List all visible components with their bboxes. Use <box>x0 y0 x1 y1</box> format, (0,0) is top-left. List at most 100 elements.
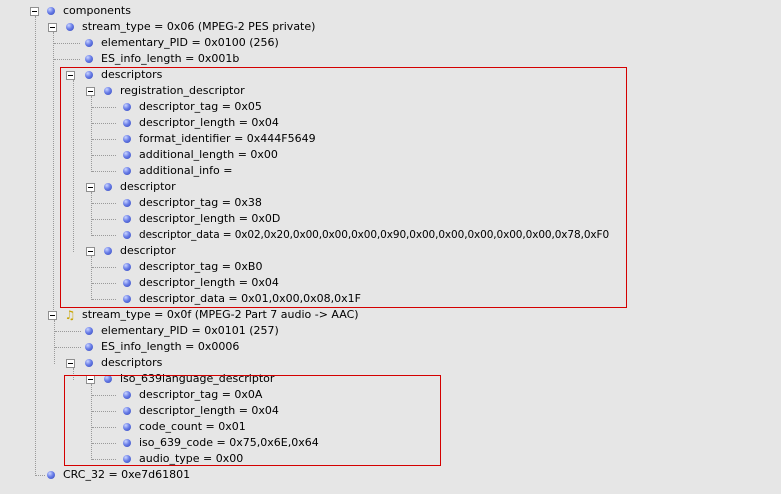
tree-node-descriptor-data[interactable]: descriptor_data = 0x02,0x20,0x00,0x00,0x… <box>0 227 640 243</box>
tree-node-descriptor[interactable]: descriptor <box>0 243 400 259</box>
node-bullet-icon <box>104 247 112 255</box>
tree-node-format-identifier[interactable]: format_identifier = 0x444F5649 <box>0 131 400 147</box>
node-label: registration_descriptor <box>120 84 245 97</box>
tree-node-descriptor-tag[interactable]: descriptor_tag = 0x38 <box>0 195 400 211</box>
node-label: code_count = 0x01 <box>139 420 246 433</box>
node-bullet-icon <box>123 391 131 399</box>
tree-node-additional-info[interactable]: additional_info = <box>0 163 400 179</box>
node-label: descriptors <box>101 356 163 369</box>
tree-node-descriptor[interactable]: descriptor <box>0 179 400 195</box>
node-label: descriptors <box>101 68 163 81</box>
components-tree-view: components stream_type = 0x06 (MPEG-2 PE… <box>0 0 781 494</box>
node-bullet-icon <box>123 263 131 271</box>
tree-node-registration-descriptor[interactable]: registration_descriptor <box>0 83 400 99</box>
node-label: descriptor_data = 0x01,0x00,0x08,0x1F <box>139 292 361 305</box>
tree-node-code-count[interactable]: code_count = 0x01 <box>0 419 400 435</box>
tree-node-stream1[interactable]: stream_type = 0x06 (MPEG-2 PES private) <box>0 19 400 35</box>
node-label: stream_type = 0x0f (MPEG-2 Part 7 audio … <box>82 308 359 321</box>
node-bullet-icon <box>123 455 131 463</box>
node-bullet-icon <box>123 119 131 127</box>
node-bullet-icon <box>104 375 112 383</box>
collapse-toggle[interactable] <box>48 311 57 320</box>
tree-node-crc32[interactable]: CRC_32 = 0xe7d61801 <box>0 467 400 483</box>
tree-node-descriptor-tag[interactable]: descriptor_tag = 0xB0 <box>0 259 400 275</box>
node-bullet-icon <box>123 199 131 207</box>
tree-node-stream2[interactable]: ♫ stream_type = 0x0f (MPEG-2 Part 7 audi… <box>0 307 420 323</box>
collapse-toggle[interactable] <box>86 247 95 256</box>
collapse-toggle[interactable] <box>86 87 95 96</box>
node-bullet-icon <box>123 151 131 159</box>
node-bullet-icon <box>47 7 55 15</box>
node-label: descriptor_length = 0x04 <box>139 116 279 129</box>
node-label: descriptor_length = 0x0D <box>139 212 281 225</box>
node-bullet-icon <box>85 71 93 79</box>
tree-node-additional-length[interactable]: additional_length = 0x00 <box>0 147 400 163</box>
node-label: descriptor_tag = 0x0A <box>139 388 263 401</box>
node-label: descriptor_tag = 0x38 <box>139 196 262 209</box>
collapse-toggle[interactable] <box>86 183 95 192</box>
node-bullet-icon <box>123 439 131 447</box>
tree-node-descriptor-tag[interactable]: descriptor_tag = 0x0A <box>0 387 400 403</box>
tree-node-iso639-descriptor[interactable]: iso_639language_descriptor <box>0 371 400 387</box>
collapse-toggle[interactable] <box>66 359 75 368</box>
node-label: iso_639_code = 0x75,0x6E,0x64 <box>139 436 319 449</box>
node-label: additional_length = 0x00 <box>139 148 278 161</box>
music-note-icon: ♫ <box>64 308 76 322</box>
node-label: descriptor <box>120 180 176 193</box>
node-bullet-icon <box>85 39 93 47</box>
collapse-toggle[interactable] <box>48 23 57 32</box>
collapse-toggle[interactable] <box>66 71 75 80</box>
node-label: components <box>63 4 131 17</box>
node-bullet-icon <box>47 471 55 479</box>
tree-node-descriptor-data[interactable]: descriptor_data = 0x01,0x00,0x08,0x1F <box>0 291 400 307</box>
node-label: audio_type = 0x00 <box>139 452 244 465</box>
node-label: descriptor_length = 0x04 <box>139 276 279 289</box>
collapse-toggle[interactable] <box>30 7 39 16</box>
tree-node-es-info-length[interactable]: ES_info_length = 0x0006 <box>0 339 400 355</box>
node-bullet-icon <box>123 231 131 239</box>
node-bullet-icon <box>85 327 93 335</box>
tree-node-descriptor-length[interactable]: descriptor_length = 0x04 <box>0 275 400 291</box>
tree-node-descriptor-tag[interactable]: descriptor_tag = 0x05 <box>0 99 400 115</box>
node-label: descriptor <box>120 244 176 257</box>
node-bullet-icon <box>123 135 131 143</box>
tree-node-descriptor-length[interactable]: descriptor_length = 0x04 <box>0 403 400 419</box>
node-label: ES_info_length = 0x0006 <box>101 340 240 353</box>
tree-node-elementary-pid[interactable]: elementary_PID = 0x0101 (257) <box>0 323 400 339</box>
node-label: descriptor_tag = 0x05 <box>139 100 262 113</box>
node-bullet-icon <box>85 343 93 351</box>
node-label: format_identifier = 0x444F5649 <box>139 132 316 145</box>
tree-node-descriptors[interactable]: descriptors <box>0 355 400 371</box>
node-bullet-icon <box>123 103 131 111</box>
node-label: ES_info_length = 0x001b <box>101 52 240 65</box>
node-bullet-icon <box>85 55 93 63</box>
node-label: elementary_PID = 0x0101 (257) <box>101 324 279 337</box>
node-label: additional_info = <box>139 164 233 177</box>
tree-node-descriptor-length[interactable]: descriptor_length = 0x0D <box>0 211 400 227</box>
node-bullet-icon <box>104 87 112 95</box>
node-label: descriptor_tag = 0xB0 <box>139 260 263 273</box>
node-label: CRC_32 = 0xe7d61801 <box>63 468 191 481</box>
node-label: stream_type = 0x06 (MPEG-2 PES private) <box>82 20 316 33</box>
node-bullet-icon <box>123 407 131 415</box>
node-label: descriptor_length = 0x04 <box>139 404 279 417</box>
node-bullet-icon <box>123 279 131 287</box>
node-bullet-icon <box>85 359 93 367</box>
collapse-toggle[interactable] <box>86 375 95 384</box>
tree-node-es-info-length[interactable]: ES_info_length = 0x001b <box>0 51 400 67</box>
node-label: descriptor_data = 0x02,0x20,0x00,0x00,0x… <box>139 229 610 241</box>
node-bullet-icon <box>123 167 131 175</box>
node-bullet-icon <box>123 295 131 303</box>
tree-node-iso639-code[interactable]: iso_639_code = 0x75,0x6E,0x64 <box>0 435 400 451</box>
node-bullet-icon <box>104 183 112 191</box>
tree-node-descriptor-length[interactable]: descriptor_length = 0x04 <box>0 115 400 131</box>
tree-node-elementary-pid[interactable]: elementary_PID = 0x0100 (256) <box>0 35 400 51</box>
tree-node-descriptors[interactable]: descriptors <box>0 67 400 83</box>
tree-node-audio-type[interactable]: audio_type = 0x00 <box>0 451 400 467</box>
node-bullet-icon <box>66 23 74 31</box>
node-label: elementary_PID = 0x0100 (256) <box>101 36 279 49</box>
node-bullet-icon <box>123 423 131 431</box>
tree-node-components[interactable]: components <box>0 3 200 19</box>
node-bullet-icon <box>123 215 131 223</box>
node-label: iso_639language_descriptor <box>120 372 275 385</box>
